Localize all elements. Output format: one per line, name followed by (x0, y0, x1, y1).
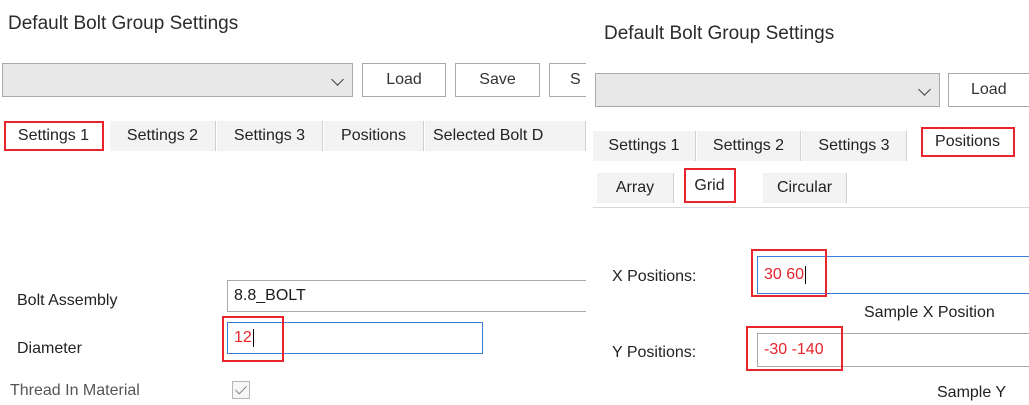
preset-dropdown[interactable] (2, 63, 353, 97)
sample-y-position-text: Sample Y (937, 384, 1007, 401)
x-positions-input[interactable]: 30 60 (757, 256, 1029, 294)
bolt-assembly-label: Bolt Assembly (17, 292, 118, 309)
thread-in-material-checkbox[interactable] (232, 381, 250, 399)
y-positions-label: Y Positions: (612, 344, 697, 361)
right-settings-panel: Default Bolt Group Settings Load Setting… (593, 0, 1029, 405)
bolt-assembly-input[interactable]: 8.8_BOLT (227, 280, 586, 312)
tab-settings-2[interactable]: Settings 2 (697, 131, 801, 161)
save-button[interactable]: Save (455, 63, 540, 97)
tab-settings-2[interactable]: Settings 2 (110, 121, 216, 151)
y-positions-input[interactable]: -30 -140 (757, 333, 1029, 367)
y-positions-value: -30 -140 (764, 341, 824, 358)
tab-settings-3[interactable]: Settings 3 (802, 131, 907, 161)
diameter-label: Diameter (17, 340, 82, 357)
panel-divider (586, 0, 593, 405)
x-positions-value: 30 60 (764, 266, 805, 283)
tab-selected-bolt[interactable]: Selected Bolt D (425, 121, 586, 151)
diameter-input[interactable]: 12 (227, 322, 483, 354)
x-positions-label: X Positions: (612, 268, 697, 285)
subtab-circular[interactable]: Circular (763, 173, 847, 203)
text-caret (805, 266, 807, 284)
bolt-assembly-value: 8.8_BOLT (234, 287, 306, 304)
dialog-title: Default Bolt Group Settings (8, 13, 239, 34)
tab-settings-1[interactable]: Settings 1 (593, 131, 696, 161)
left-settings-panel: Default Bolt Group Settings Load Save S … (0, 0, 586, 405)
load-button[interactable]: Load (948, 73, 1029, 107)
chevron-down-icon (918, 83, 931, 96)
subtab-grid[interactable]: Grid (684, 168, 736, 203)
load-button[interactable]: Load (362, 63, 446, 97)
tab-positions[interactable]: Positions (921, 127, 1015, 157)
save-as-button[interactable]: S (549, 63, 586, 97)
tab-positions[interactable]: Positions (324, 121, 424, 151)
diameter-value: 12 (234, 329, 252, 346)
preset-dropdown[interactable] (595, 73, 940, 107)
thread-in-material-label: Thread In Material (10, 382, 140, 399)
text-caret (252, 329, 254, 347)
subtab-array[interactable]: Array (597, 173, 674, 203)
dialog-title: Default Bolt Group Settings (604, 23, 835, 44)
chevron-down-icon (331, 73, 344, 86)
tab-settings-1[interactable]: Settings 1 (4, 121, 104, 151)
sample-x-position-text: Sample X Position (864, 304, 995, 321)
tab-settings-3[interactable]: Settings 3 (217, 121, 323, 151)
